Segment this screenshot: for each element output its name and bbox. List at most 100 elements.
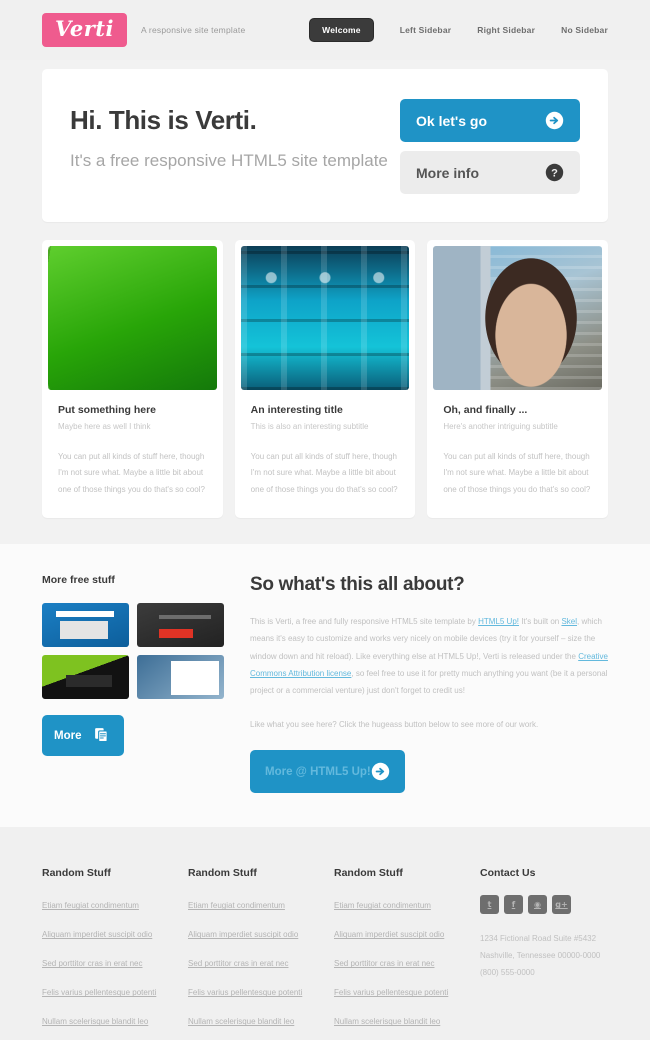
about-layout: More free stuff More So what's this all … (42, 574, 608, 794)
about-title: So what's this all about? (250, 574, 465, 596)
hero-banner: Hi. This is Verti. It's a free responsiv… (42, 69, 608, 222)
footer-column-title: Random Stuff (334, 867, 403, 880)
footer-column-title: Random Stuff (42, 867, 111, 880)
address-line-2: Nashville, Tennessee 00000-0000 (480, 951, 601, 961)
footer-column-title: Random Stuff (188, 867, 257, 880)
card-title: Put something here (58, 404, 157, 416)
google-plus-icon[interactable]: g+ (552, 895, 571, 915)
feature-card[interactable]: Oh, and finally ... Here's another intri… (427, 240, 609, 519)
more-button-label: More (54, 729, 82, 742)
about-p1-b: It's built on (519, 617, 562, 627)
feature-card[interactable]: Put something here Maybe here as well I … (42, 240, 223, 519)
thumbnail-dark-red-button[interactable] (137, 603, 224, 648)
facebook-icon[interactable]: f (504, 895, 523, 915)
footer-link-list: Etiam feugiat condimentum Aliquam imperd… (42, 895, 170, 1029)
list-item: Aliquam imperdiet suscipit odio (334, 924, 462, 942)
site-header: Verti A responsive site template Welcome… (0, 0, 650, 60)
list-item: Sed porttitor cras in erat nec (42, 953, 170, 971)
hero-text: Hi. This is Verti. It's a free responsiv… (70, 99, 400, 174)
footer-link[interactable]: Sed porttitor cras in erat nec (42, 959, 143, 968)
feature-cards: Put something here Maybe here as well I … (42, 240, 609, 544)
list-item: Felis varius pellentesque potenti (188, 982, 316, 1000)
footer-link[interactable]: Sed porttitor cras in erat nec (188, 959, 289, 968)
list-item: Felis varius pellentesque potenti (42, 982, 170, 1000)
more-info-button[interactable]: More info ? (400, 151, 580, 194)
footer-link[interactable]: Aliquam imperdiet suscipit odio (334, 930, 444, 939)
hero-title: Hi. This is Verti. (70, 105, 257, 135)
footer-column-3: Random Stuff Etiam feugiat condimentum A… (334, 867, 462, 1040)
card-text: You can put all kinds of stuff here, tho… (250, 452, 398, 494)
list-item: Etiam feugiat condimentum (42, 895, 170, 913)
more-at-html5up-button[interactable]: More @ HTML5 Up! (250, 750, 405, 794)
nav-item-right-sidebar[interactable]: Right Sidebar (477, 25, 535, 35)
nav-item-welcome[interactable]: Welcome (309, 18, 374, 42)
question-circle-icon: ? (545, 163, 564, 182)
card-title: Oh, and finally ... (443, 404, 528, 416)
footer-link[interactable]: Aliquam imperdiet suscipit odio (42, 930, 152, 939)
contact-phone: (800) 555-0000 (480, 967, 535, 977)
card-text: You can put all kinds of stuff here, tho… (443, 452, 591, 494)
card-image-woman (433, 246, 603, 390)
footer-link[interactable]: Felis varius pellentesque potenti (334, 988, 448, 997)
footer-link[interactable]: Sed porttitor cras in erat nec (334, 959, 435, 968)
card-subtitle: This is also an interesting subtitle (250, 422, 369, 431)
social-links: t f ◉ g+ (480, 895, 608, 915)
link-html5up[interactable]: HTML5 Up! (478, 617, 519, 626)
copy-pages-icon (93, 726, 112, 745)
site-footer: Random Stuff Etiam feugiat condimentum A… (0, 827, 650, 1040)
more-button[interactable]: More (42, 715, 124, 757)
card-body: Put something here Maybe here as well I … (48, 390, 217, 518)
nav-item-left-sidebar[interactable]: Left Sidebar (400, 25, 452, 35)
list-item: Nullam scelerisque blandit leo (42, 1011, 170, 1029)
thumbnail-blue-white-magazine[interactable] (137, 655, 224, 700)
hero-section: Hi. This is Verti. It's a free responsiv… (0, 69, 650, 545)
more-free-stuff-title: More free stuff (42, 574, 115, 587)
footer-link[interactable]: Nullam scelerisque blandit leo (334, 1017, 440, 1026)
site-logo[interactable]: Verti (42, 13, 127, 47)
more-at-html5up-label: More @ HTML5 Up! (265, 765, 371, 778)
nav-item-no-sidebar[interactable]: No Sidebar (561, 25, 608, 35)
footer-link[interactable]: Etiam feugiat condimentum (42, 901, 139, 910)
footer-link[interactable]: Etiam feugiat condimentum (334, 901, 431, 910)
about-paragraph-2: Like what you see here? Click the hugeas… (250, 720, 539, 730)
footer-link[interactable]: Felis varius pellentesque potenti (42, 988, 156, 997)
card-text: You can put all kinds of stuff here, tho… (58, 452, 205, 494)
about-main: So what's this all about? This is Verti,… (250, 574, 608, 794)
footer-link[interactable]: Nullam scelerisque blandit leo (188, 1017, 294, 1026)
list-item: Etiam feugiat condimentum (334, 895, 462, 913)
ok-lets-go-button[interactable]: Ok let's go (400, 99, 580, 142)
list-item: Etiam feugiat condimentum (188, 895, 316, 913)
site-tagline: A responsive site template (140, 25, 246, 35)
card-title: An interesting title (250, 404, 343, 416)
about-paragraph-1: This is Verti, a free and fully responsi… (250, 613, 608, 699)
footer-link[interactable]: Nullam scelerisque blandit leo (42, 1017, 148, 1026)
footer-link[interactable]: Felis varius pellentesque potenti (188, 988, 302, 997)
arrow-circle-right-icon (545, 111, 564, 130)
footer-link[interactable]: Aliquam imperdiet suscipit odio (188, 930, 298, 939)
list-item: Aliquam imperdiet suscipit odio (188, 924, 316, 942)
list-item: Nullam scelerisque blandit leo (334, 1011, 462, 1029)
thumbnail-blue-tablet[interactable] (42, 603, 129, 648)
list-item: Aliquam imperdiet suscipit odio (42, 924, 170, 942)
contact-us-title: Contact Us (480, 867, 536, 880)
main-nav: Welcome Left Sidebar Right Sidebar No Si… (309, 18, 608, 42)
thumbnail-green-black-device[interactable] (42, 655, 129, 700)
hero-subtitle: It's a free responsive HTML5 site templa… (70, 151, 388, 170)
address-line-1: 1234 Fictional Road Suite #5432 (480, 934, 597, 944)
contact-address: 1234 Fictional Road Suite #5432 Nashvill… (480, 931, 608, 981)
arrow-circle-right-icon (371, 762, 390, 781)
card-subtitle: Here's another intriguing subtitle (443, 422, 558, 431)
svg-text:?: ? (551, 167, 558, 179)
twitter-icon[interactable]: t (480, 895, 499, 915)
more-free-stuff-panel: More free stuff More (42, 574, 224, 793)
dribbble-icon[interactable]: ◉ (528, 895, 547, 915)
card-subtitle: Maybe here as well I think (58, 422, 151, 431)
feature-card[interactable]: An interesting title This is also an int… (234, 240, 416, 519)
footer-link[interactable]: Etiam feugiat condimentum (188, 901, 285, 910)
list-item: Sed porttitor cras in erat nec (334, 953, 462, 971)
footer-contact-column: Contact Us t f ◉ g+ 1234 Fictional Road … (480, 867, 608, 1040)
card-body: Oh, and finally ... Here's another intri… (433, 390, 602, 518)
about-section: More free stuff More So what's this all … (0, 544, 650, 828)
more-info-label: More info (416, 164, 479, 181)
link-skel[interactable]: Skel (561, 617, 577, 626)
